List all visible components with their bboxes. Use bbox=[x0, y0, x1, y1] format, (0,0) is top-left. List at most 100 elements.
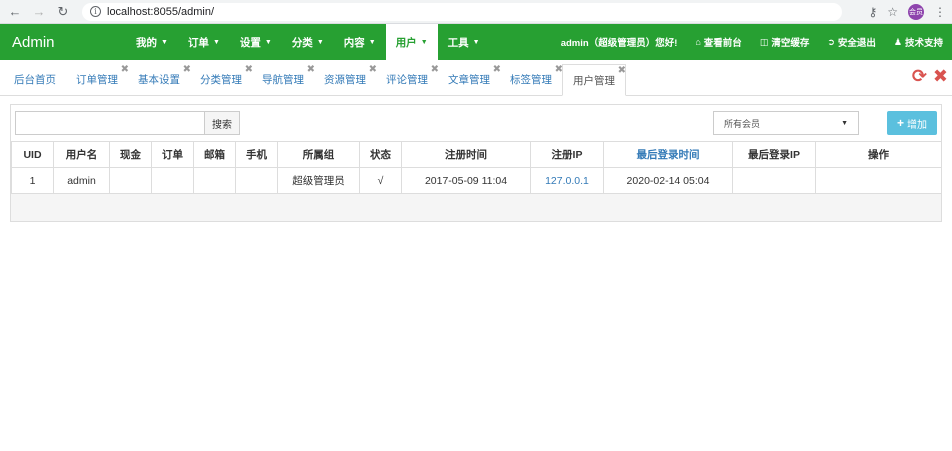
tab-label: 导航管理 bbox=[262, 74, 304, 86]
cell-email bbox=[193, 167, 236, 194]
caret-down-icon: ▼ bbox=[212, 38, 220, 46]
forward-icon[interactable]: → bbox=[30, 3, 48, 21]
menu-item-category[interactable]: 分类 ▼ bbox=[282, 24, 334, 60]
menu-item-content[interactable]: 内容 ▼ bbox=[334, 24, 386, 60]
col-email: 邮箱 bbox=[193, 141, 236, 168]
menu-label: 分类 bbox=[291, 36, 313, 49]
close-icon[interactable]: ✖ bbox=[618, 65, 626, 76]
caret-down-icon: ▼ bbox=[264, 38, 272, 46]
back-icon[interactable]: ← bbox=[6, 3, 24, 21]
col-orders: 订单 bbox=[151, 141, 194, 168]
tab-home[interactable]: 后台首页 bbox=[4, 64, 66, 95]
support-label: 技术支持 bbox=[904, 38, 943, 49]
tab-category[interactable]: 分类管理 ✖ bbox=[190, 64, 253, 95]
tab-label: 标签管理 bbox=[510, 74, 552, 86]
menu-item-orders[interactable]: 订单 ▼ bbox=[178, 24, 230, 60]
clear-cache-link[interactable]: ◫ 清空缓存 bbox=[751, 35, 819, 50]
menu-label: 用户 bbox=[395, 36, 417, 49]
tab-resources[interactable]: 资源管理 ✖ bbox=[314, 64, 377, 95]
col-actions: 操作 bbox=[815, 141, 942, 168]
menu-item-tools[interactable]: 工具 ▼ bbox=[438, 24, 490, 60]
tab-label: 资源管理 bbox=[324, 74, 366, 86]
refresh-icon[interactable]: ⟳ bbox=[912, 66, 927, 87]
caret-down-icon: ▼ bbox=[368, 38, 376, 46]
table-row: 1 admin 超级管理员 √ 2017-05-09 11:04 127.0.0… bbox=[11, 167, 942, 194]
tab-user-management[interactable]: 用户管理 ✖ bbox=[562, 64, 626, 96]
trash-icon: ◫ bbox=[759, 36, 769, 47]
chevron-down-icon: ▼ bbox=[841, 119, 848, 127]
tab-tags[interactable]: 标签管理 ✖ bbox=[500, 64, 563, 95]
search-button[interactable]: 搜索 bbox=[204, 111, 240, 135]
url-text: localhost:8055/admin/ bbox=[107, 5, 215, 18]
caret-down-icon: ▼ bbox=[472, 38, 480, 46]
menu-item-settings[interactable]: 设置 ▼ bbox=[230, 24, 282, 60]
cell-last-login-time: 2020-02-14 05:04 bbox=[603, 167, 733, 194]
logout-icon: ➲ bbox=[827, 36, 835, 47]
cell-cash bbox=[109, 167, 152, 194]
clear-cache-label: 清空缓存 bbox=[771, 38, 810, 49]
profile-avatar[interactable]: 会员 bbox=[908, 3, 924, 20]
col-phone: 手机 bbox=[235, 141, 278, 168]
top-navbar: Admin 我的 ▼ 订单 ▼ 设置 ▼ 分类 ▼ 内容 ▼ 用户 ▼ 工具 ▼ admin（… bbox=[0, 24, 952, 60]
cell-orders bbox=[151, 167, 194, 194]
cell-username: admin bbox=[53, 167, 110, 194]
col-uid: UID bbox=[11, 141, 54, 168]
member-filter-select[interactable]: 所有会员 ▼ bbox=[713, 111, 859, 135]
add-button-label: 增加 bbox=[907, 119, 927, 131]
home-icon: ⌂ bbox=[695, 37, 701, 47]
tab-label: 用户管理 bbox=[573, 74, 615, 87]
cell-actions bbox=[815, 167, 942, 194]
menu-label: 我的 bbox=[136, 36, 157, 49]
support-link[interactable]: ♟ 技术支持 bbox=[885, 35, 952, 50]
tab-articles[interactable]: 文章管理 ✖ bbox=[438, 64, 501, 95]
menu-label: 订单 bbox=[187, 36, 209, 49]
col-register-ip: 注册IP bbox=[530, 141, 604, 168]
cell-last-login-ip bbox=[732, 167, 816, 194]
col-cash: 现金 bbox=[109, 141, 152, 168]
user-table: UID 用户名 现金 订单 邮箱 手机 所属组 状态 注册时间 注册IP 最后登… bbox=[11, 141, 942, 194]
cell-register-ip[interactable]: 127.0.0.1 bbox=[530, 167, 604, 194]
add-button[interactable]: + 增加 bbox=[887, 111, 937, 135]
col-group: 所属组 bbox=[277, 141, 360, 168]
view-frontend-link[interactable]: ⌂ 查看前台 bbox=[686, 35, 750, 49]
key-icon[interactable]: ⚷ bbox=[868, 5, 877, 19]
logout-label: 安全退出 bbox=[837, 38, 876, 49]
address-bar[interactable]: i localhost:8055/admin/ bbox=[82, 2, 842, 21]
browser-toolbar: ← → ↻ i localhost:8055/admin/ ⚷ ☆ 会员 ⋮ bbox=[0, 0, 952, 24]
col-username: 用户名 bbox=[53, 141, 110, 168]
tab-label: 基本设置 bbox=[138, 74, 180, 86]
list-toolbar: 搜索 所有会员 ▼ + 增加 bbox=[11, 105, 941, 141]
table-header-row: UID 用户名 现金 订单 邮箱 手机 所属组 状态 注册时间 注册IP 最后登… bbox=[11, 141, 942, 168]
tab-basic-settings[interactable]: 基本设置 ✖ bbox=[128, 64, 191, 95]
menu-item-mine[interactable]: 我的 ▼ bbox=[126, 24, 178, 60]
caret-down-icon: ▼ bbox=[316, 38, 324, 46]
tab-orders[interactable]: 订单管理 ✖ bbox=[66, 64, 129, 95]
cell-register-time: 2017-05-09 11:04 bbox=[401, 167, 531, 194]
tab-navigation[interactable]: 导航管理 ✖ bbox=[252, 64, 315, 95]
cell-group: 超级管理员 bbox=[277, 167, 360, 194]
plus-icon: + bbox=[896, 116, 904, 130]
reload-icon[interactable]: ↻ bbox=[54, 3, 72, 21]
col-last-login-time[interactable]: 最后登录时间 bbox=[603, 141, 733, 168]
tab-comments[interactable]: 评论管理 ✖ bbox=[376, 64, 439, 95]
caret-down-icon: ▼ bbox=[161, 38, 168, 46]
cell-status: √ bbox=[359, 167, 402, 194]
user-icon: ♟ bbox=[893, 36, 902, 47]
menu-label: 工具 bbox=[447, 36, 469, 49]
logout-link[interactable]: ➲ 安全退出 bbox=[818, 35, 885, 50]
caret-down-icon: ▼ bbox=[420, 38, 428, 46]
info-icon[interactable]: i bbox=[90, 6, 101, 17]
user-list-panel: 搜索 所有会员 ▼ + 增加 UID 用户名 现金 订单 邮箱 手机 所属组 状… bbox=[10, 104, 942, 222]
member-select-value: 所有会员 bbox=[724, 118, 761, 129]
search-input[interactable] bbox=[15, 111, 205, 135]
close-all-icon[interactable]: ✖ bbox=[933, 66, 948, 87]
tab-label: 订单管理 bbox=[76, 74, 118, 86]
tab-label: 评论管理 bbox=[386, 74, 428, 86]
tab-label: 文章管理 bbox=[448, 74, 490, 86]
tab-label: 分类管理 bbox=[200, 74, 242, 86]
brand-logo[interactable]: Admin bbox=[0, 34, 126, 51]
menu-item-users[interactable]: 用户 ▼ bbox=[385, 24, 438, 60]
menu-dots-icon[interactable]: ⋮ bbox=[934, 5, 946, 19]
star-icon[interactable]: ☆ bbox=[887, 5, 898, 19]
cell-phone bbox=[235, 167, 278, 194]
